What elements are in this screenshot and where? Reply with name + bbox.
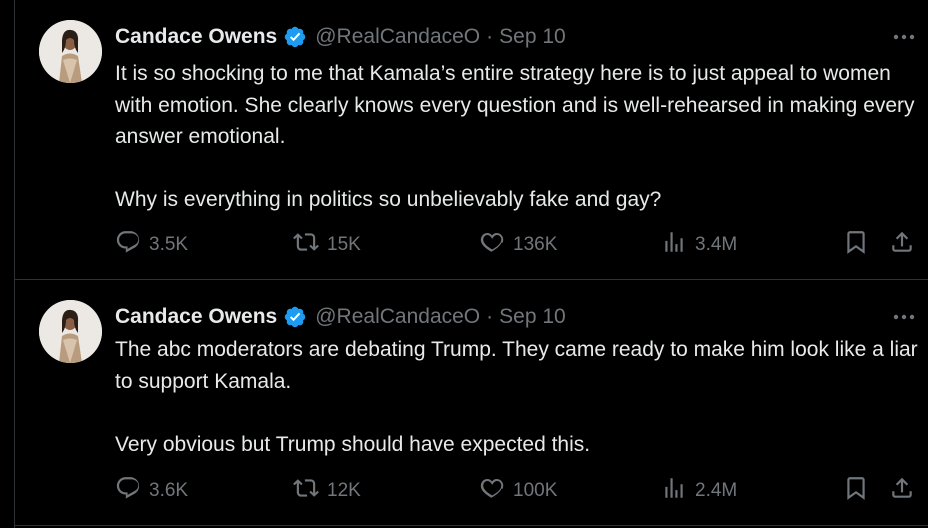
more-dots-icon[interactable] (891, 306, 917, 328)
tweet-card[interactable]: Candace Owens @RealCandaceO · Sep 10 It … (15, 0, 928, 280)
views-count: 2.4M (695, 480, 738, 501)
views-button[interactable]: 2.4M (661, 474, 737, 508)
avatar[interactable] (39, 300, 102, 363)
reply-count: 3.5K (149, 234, 189, 255)
tweet-paragraph: Very obvious but Trump should have expec… (115, 432, 591, 456)
tweet-date[interactable]: Sep 10 (499, 25, 566, 49)
author-name[interactable]: Candace Owens (115, 305, 277, 329)
bookmark-button[interactable] (843, 228, 869, 262)
tweet-paragraph: The abc moderators are debating Trump. T… (115, 338, 918, 393)
repost-arrows-icon (293, 475, 319, 507)
timeline-feed: Candace Owens @RealCandaceO · Sep 10 It … (14, 0, 928, 528)
author-handle[interactable]: @RealCandaceO (315, 25, 480, 49)
tweet-actions: 3.5K 15K 136K 3.4M (115, 228, 921, 262)
more-dots-icon[interactable] (891, 26, 917, 48)
tweet-date[interactable]: Sep 10 (499, 305, 566, 329)
tweet-card[interactable]: Candace Owens @RealCandaceO · Sep 10 The… (15, 280, 928, 526)
bookmark-icon (843, 475, 869, 507)
tweet-paragraph: Why is everything in politics so unbelie… (115, 188, 662, 211)
share-button[interactable] (889, 474, 915, 508)
separator-dot: · (486, 25, 494, 48)
repost-arrows-icon (293, 229, 319, 261)
like-button[interactable]: 100K (479, 474, 557, 508)
tweet-text: The abc moderators are debating Trump. T… (115, 334, 920, 460)
separator-dot: · (486, 305, 494, 328)
tweet-header: Candace Owens @RealCandaceO · Sep 10 (115, 22, 566, 52)
analytics-bars-icon (661, 475, 687, 507)
repost-count: 12K (327, 480, 361, 501)
heart-icon (479, 475, 505, 507)
tweet-header: Candace Owens @RealCandaceO · Sep 10 (115, 302, 566, 332)
reply-count: 3.6K (149, 480, 189, 501)
author-handle[interactable]: @RealCandaceO (315, 305, 480, 329)
share-upload-icon (889, 229, 915, 261)
reply-bubble-icon (115, 229, 141, 261)
reply-button[interactable]: 3.5K (115, 228, 188, 262)
repost-button[interactable]: 12K (293, 474, 361, 508)
bookmark-button[interactable] (843, 474, 869, 508)
reply-button[interactable]: 3.6K (115, 474, 188, 508)
tweet-paragraph: It is so shocking to me that Kamala’s en… (115, 62, 915, 148)
bookmark-icon (843, 229, 869, 261)
verified-badge-icon[interactable] (283, 25, 307, 49)
avatar[interactable] (39, 20, 102, 83)
reply-bubble-icon (115, 475, 141, 507)
share-upload-icon (889, 475, 915, 507)
analytics-bars-icon (661, 229, 687, 261)
views-count: 3.4M (695, 234, 738, 255)
like-count: 100K (513, 480, 558, 501)
tweet-actions: 3.6K 12K 100K 2.4M (115, 474, 921, 508)
views-button[interactable]: 3.4M (661, 228, 737, 262)
repost-count: 15K (327, 234, 361, 255)
like-count: 136K (513, 234, 558, 255)
heart-icon (479, 229, 505, 261)
verified-badge-icon[interactable] (283, 305, 307, 329)
repost-button[interactable]: 15K (293, 228, 361, 262)
share-button[interactable] (889, 228, 915, 262)
tweet-text: It is so shocking to me that Kamala’s en… (115, 58, 920, 216)
like-button[interactable]: 136K (479, 228, 557, 262)
author-name[interactable]: Candace Owens (115, 25, 277, 49)
